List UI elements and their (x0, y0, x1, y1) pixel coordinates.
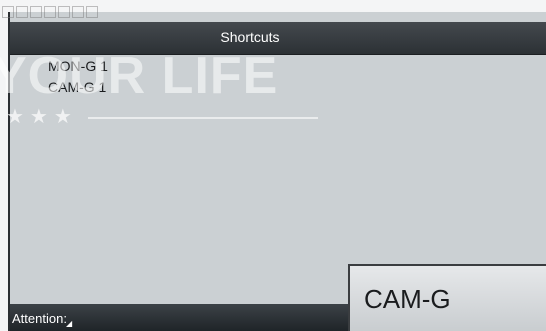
shortcut-item-cam-g-1[interactable]: CAM-G 1 (48, 77, 108, 98)
shortcut-item-mon-g-1[interactable]: MON-G 1 (48, 56, 108, 77)
cam-g-button[interactable]: CAM-G (348, 264, 546, 331)
cam-g-button-label: CAM-G (364, 284, 451, 314)
attention-label: Attention: (12, 311, 67, 326)
pointer-icon: ◢ (65, 319, 73, 328)
page-title: Shortcuts (220, 29, 280, 45)
shortcut-list: MON-G 1 CAM-G 1 (48, 56, 108, 98)
device-frame: Shortcuts MON-G 1 CAM-G 1 Attention:◢ YO… (0, 0, 546, 331)
title-bar: Shortcuts (10, 22, 546, 55)
attention-status: Attention:◢ (12, 311, 72, 328)
